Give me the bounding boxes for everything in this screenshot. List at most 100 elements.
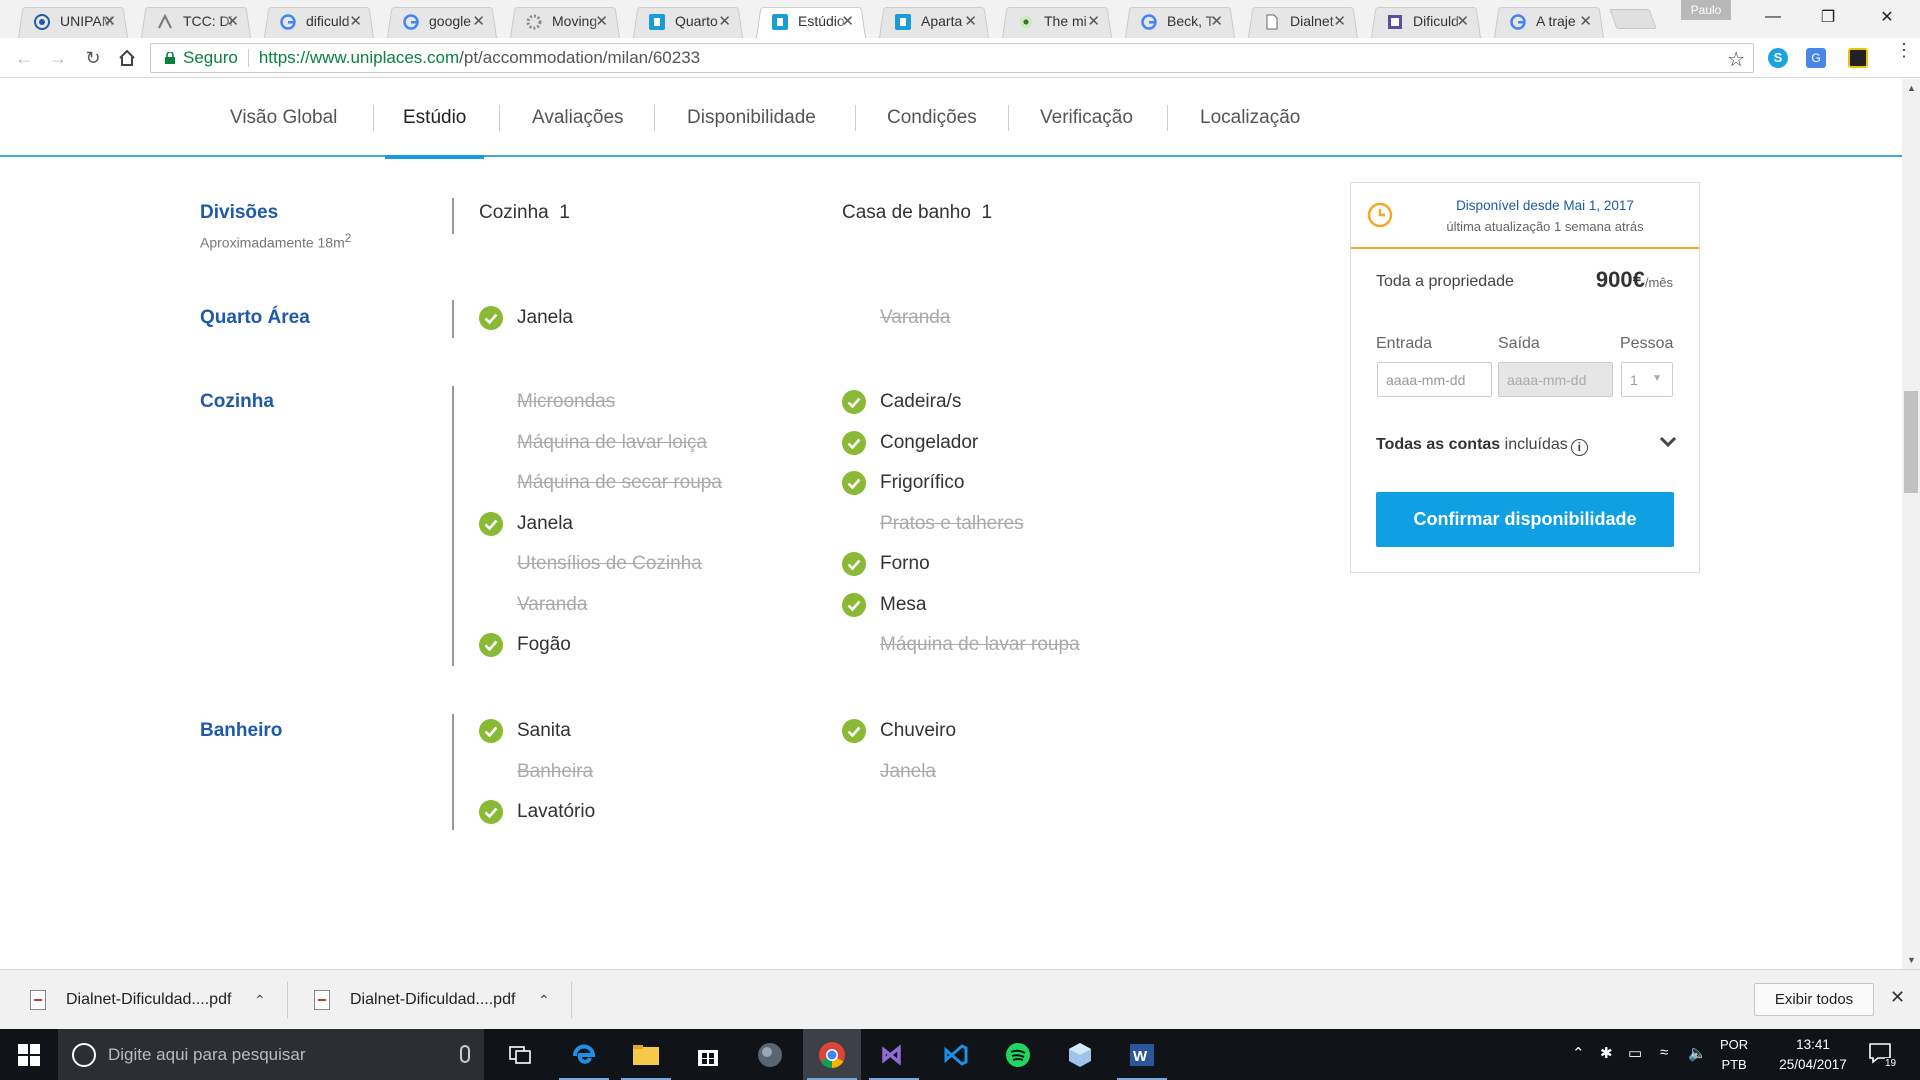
chrome-icon[interactable] [803,1029,861,1080]
availability-date: Disponível desde Mai 1, 2017 [1456,198,1634,213]
profile-button[interactable]: Paulo [1681,0,1731,20]
section-tab-3[interactable]: Avaliações [532,79,624,157]
tab-close-icon[interactable]: ✕ [841,12,854,30]
browser-tab[interactable]: dificuld ✕ [260,4,378,38]
store-icon[interactable] [679,1029,737,1080]
nav-divider [855,105,856,131]
section-tab-4[interactable]: Disponibilidade [687,79,816,157]
skype-extension-icon[interactable]: S [1768,48,1788,68]
tab-close-icon[interactable]: ✕ [1456,12,1469,30]
section-tab-2[interactable]: Estúdio [384,79,485,159]
page-scrollbar[interactable]: ▲ ▼ [1902,79,1920,969]
scroll-down-icon[interactable]: ▼ [1907,955,1916,965]
browser-tab[interactable]: Dificuld ✕ [1367,4,1485,38]
browser-tab[interactable]: The mi ✕ [998,4,1116,38]
close-window-icon[interactable]: ✕ [1864,4,1910,30]
tab-close-icon[interactable]: ✕ [472,12,485,30]
box-icon[interactable] [1051,1029,1109,1080]
restore-icon[interactable]: ❐ [1805,4,1851,30]
confirm-availability-button[interactable]: Confirmar disponibilidade [1376,492,1674,547]
url-text[interactable]: https://www.uniplaces.com/pt/accommodati… [259,48,700,68]
tab-close-icon[interactable]: ✕ [718,12,731,30]
browser-tab[interactable]: Beck, T ✕ [1121,4,1239,38]
scroll-up-icon[interactable]: ▲ [1907,83,1916,93]
tab-close-icon[interactable]: ✕ [103,12,116,30]
show-hidden-icons-icon[interactable]: ⌃ [1572,1044,1585,1062]
edge-icon[interactable] [555,1029,613,1080]
address-bar[interactable]: Seguro https://www.uniplaces.com/pt/acco… [150,43,1754,73]
info-icon[interactable]: i [1570,439,1588,456]
tab-close-icon[interactable]: ✕ [349,12,362,30]
tab-close-icon[interactable]: ✕ [595,12,608,30]
browser-tab[interactable]: A traje ✕ [1490,4,1608,38]
minimize-icon[interactable]: — [1750,4,1796,30]
ball-icon[interactable] [741,1029,799,1080]
check-icon [842,592,866,617]
download-item[interactable]: Dialnet-Dificuldad....pdf ⌃ [314,970,550,1030]
browser-tab[interactable]: Dialnet ✕ [1244,4,1362,38]
chevron-up-icon[interactable]: ⌃ [538,992,550,1009]
language-indicator[interactable]: POR PTB [1720,1035,1748,1075]
word-icon[interactable]: W [1113,1029,1171,1080]
taskbar-search-box[interactable]: Digite aqui para pesquisar [58,1029,484,1080]
divisao-label: Cozinha [479,202,549,223]
section-title-divisoes: Divisões [200,202,279,223]
download-filename: Dialnet-Dificuldad....pdf [66,991,232,1008]
chevron-down-icon[interactable] [1659,433,1677,451]
vscode-icon[interactable] [927,1029,985,1080]
spotify-icon[interactable] [989,1029,1047,1080]
section-tab-1[interactable]: Visão Global [230,79,337,157]
browser-tab[interactable]: google ✕ [383,4,501,38]
tab-close-icon[interactable]: ✕ [1210,12,1223,30]
browser-tab[interactable]: Aparta ✕ [875,4,993,38]
amenity-unavailable: Máquina de lavar roupa [880,634,1080,655]
browser-tab[interactable]: Estúdio ✕ [752,4,870,38]
reload-icon[interactable]: ↻ [81,46,105,70]
check-icon [842,430,866,455]
saida-date-input[interactable]: aaaa-mm-dd [1498,362,1613,397]
bills-toggle[interactable]: Todas as contas incluídas i [1376,436,1588,456]
tab-close-icon[interactable]: ✕ [964,12,977,30]
section-tab-7[interactable]: Localização [1200,79,1300,157]
microphone-icon[interactable] [460,1045,470,1063]
wifi-icon[interactable]: ≈ [1660,1044,1668,1061]
browser-tab[interactable]: Moving ✕ [506,4,624,38]
system-clock[interactable]: 13:41 25/04/2017 [1768,1035,1858,1075]
windows-start-button[interactable] [0,1029,58,1080]
close-icon[interactable]: ✕ [1890,987,1905,1008]
translate-extension-icon[interactable]: G [1806,48,1826,68]
download-item[interactable]: Dialnet-Dificuldad....pdf ⌃ [30,970,266,1030]
amenity-available: Forno [880,553,930,574]
chrome-menu-icon[interactable]: ⋮ [1895,41,1913,59]
tab-close-icon[interactable]: ✕ [226,12,239,30]
extension-icon[interactable] [1848,48,1868,68]
tab-close-icon[interactable]: ✕ [1333,12,1346,30]
forward-icon[interactable]: → [46,46,70,70]
volume-icon[interactable]: 🔈 [1688,1044,1707,1062]
bookmark-star-icon[interactable]: ☆ [1727,47,1745,72]
chevron-up-icon[interactable]: ⌃ [254,992,266,1009]
doc-purple-icon [1387,14,1403,30]
tab-close-icon[interactable]: ✕ [1579,12,1592,30]
pessoa-select[interactable]: 1 ▼ [1621,362,1673,397]
scroll-thumb[interactable] [1904,391,1918,493]
check-icon [842,552,866,576]
browser-tab[interactable]: Quarto ✕ [629,4,747,38]
section-tab-6[interactable]: Verificação [1040,79,1133,157]
task-view-icon[interactable] [491,1029,549,1080]
new-tab-button[interactable] [1609,9,1657,29]
entrada-date-input[interactable]: aaaa-mm-dd [1377,362,1492,397]
visual-studio-icon[interactable] [865,1029,923,1080]
back-icon[interactable]: ← [12,46,36,70]
tab-close-icon[interactable]: ✕ [1087,12,1100,30]
check-icon [479,511,503,536]
browser-tab[interactable]: UNIPAM ✕ [14,4,132,38]
amenity-unavailable: Pratos e talheres [880,512,1024,534]
battery-icon[interactable]: ▭ [1628,1044,1642,1062]
section-tab-5[interactable]: Condições [887,79,977,157]
show-all-downloads-button[interactable]: Exibir todos [1754,983,1874,1016]
network-sync-icon[interactable]: ✱ [1600,1044,1613,1062]
browser-tab[interactable]: TCC: Di ✕ [137,4,255,38]
file-explorer-icon[interactable] [617,1029,675,1080]
home-icon[interactable] [115,46,139,70]
